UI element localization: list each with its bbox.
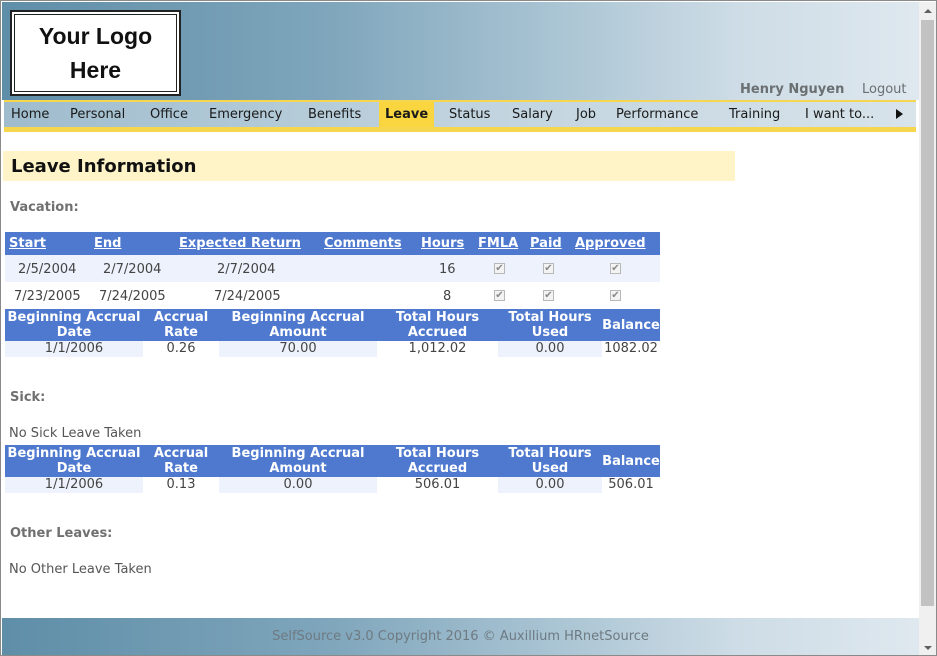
acc-total-used-value: 0.00 bbox=[498, 341, 602, 357]
nav-i-want-to[interactable]: I want to... bbox=[805, 102, 874, 127]
acc-col-rate: Accrual Rate bbox=[153, 446, 209, 476]
acc-col-total-accrued: Total Hours Accrued bbox=[395, 310, 480, 340]
acc-col-rate: Accrual Rate bbox=[153, 310, 209, 340]
acc-total-accrued-value: 506.01 bbox=[377, 477, 498, 493]
cell-start: 2/5/2004 bbox=[18, 262, 77, 277]
acc-col-total-accrued: Total Hours Accrued bbox=[395, 446, 480, 476]
acc-beginning-amount-value: 70.00 bbox=[219, 341, 377, 357]
col-expected-return[interactable]: Expected Return bbox=[179, 236, 301, 251]
acc-col-beginning-date: Beginning Accrual Date bbox=[7, 446, 141, 476]
footer: SelfSource v3.0 Copyright 2016 © Auxilli… bbox=[2, 618, 919, 655]
approved-checkbox: ✔ bbox=[610, 289, 621, 301]
nav-performance[interactable]: Performance bbox=[616, 102, 698, 127]
col-comments[interactable]: Comments bbox=[324, 236, 402, 251]
fmla-checkbox: ✔ bbox=[494, 289, 505, 301]
paid-checkbox: ✔ bbox=[543, 289, 554, 301]
col-hours[interactable]: Hours bbox=[421, 236, 464, 251]
scroll-down-icon[interactable] bbox=[919, 639, 936, 655]
nav-scroll-right-icon[interactable] bbox=[896, 109, 903, 119]
nav-status[interactable]: Status bbox=[449, 102, 490, 127]
acc-balance-value: 506.01 bbox=[602, 477, 660, 493]
sick-empty-message: No Sick Leave Taken bbox=[9, 426, 142, 441]
nav-personal[interactable]: Personal bbox=[70, 102, 125, 127]
nav-bar: Home Personal Office Emergency Benefits … bbox=[4, 102, 916, 127]
page-title: Leave Information bbox=[11, 156, 197, 177]
other-leaves-empty-message: No Other Leave Taken bbox=[9, 562, 152, 577]
acc-balance-value: 1082.02 bbox=[602, 341, 660, 357]
col-end[interactable]: End bbox=[94, 236, 121, 251]
paid-checkbox: ✔ bbox=[543, 262, 554, 274]
vacation-label: Vacation: bbox=[10, 200, 79, 215]
approved-checkbox: ✔ bbox=[610, 262, 621, 274]
cell-hours: 8 bbox=[443, 289, 452, 304]
vertical-scrollbar[interactable] bbox=[919, 2, 936, 655]
company-logo: Your Logo Here bbox=[10, 10, 181, 96]
app-window: Your Logo Here Henry Nguyen Logout Home … bbox=[0, 0, 937, 656]
acc-col-balance: Balance bbox=[602, 318, 660, 333]
nav-salary[interactable]: Salary bbox=[512, 102, 553, 127]
cell-end: 2/7/2004 bbox=[103, 262, 162, 277]
acc-col-total-used: Total Hours Used bbox=[508, 446, 592, 476]
nav-emergency[interactable]: Emergency bbox=[209, 102, 282, 127]
other-leaves-label: Other Leaves: bbox=[10, 526, 113, 541]
acc-beginning-amount-value: 0.00 bbox=[219, 477, 377, 493]
nav-training[interactable]: Training bbox=[729, 102, 780, 127]
table-row: 7/23/2005 7/24/2005 7/24/2005 8 ✔ ✔ ✔ bbox=[5, 282, 660, 309]
logo-line-2: Here bbox=[69, 57, 122, 83]
acc-col-beginning-date: Beginning Accrual Date bbox=[7, 310, 141, 340]
vacation-table-header: Start End Expected Return Comments Hours… bbox=[5, 232, 660, 255]
page-title-bar: Leave Information bbox=[3, 151, 735, 181]
copyright-text: SelfSource v3.0 Copyright 2016 © Auxilli… bbox=[272, 629, 649, 644]
sick-accrual-header: Beginning Accrual Date Accrual Rate Begi… bbox=[5, 445, 660, 477]
acc-beginning-date-value: 1/1/2006 bbox=[5, 477, 143, 493]
col-start[interactable]: Start bbox=[9, 236, 46, 251]
col-fmla[interactable]: FMLA bbox=[478, 236, 518, 251]
acc-rate-value: 0.26 bbox=[143, 341, 219, 357]
fmla-checkbox: ✔ bbox=[494, 262, 505, 274]
scrollbar-thumb[interactable] bbox=[921, 20, 934, 606]
col-paid[interactable]: Paid bbox=[530, 236, 562, 251]
scroll-up-icon[interactable] bbox=[919, 2, 936, 19]
acc-col-beginning-amount: Beginning Accrual Amount bbox=[231, 310, 365, 340]
nav-leave[interactable]: Leave bbox=[379, 102, 435, 127]
table-row: 2/5/2004 2/7/2004 2/7/2004 16 ✔ ✔ ✔ bbox=[5, 255, 660, 282]
logo-line-1: Your Logo bbox=[38, 23, 153, 49]
cell-expected-return: 2/7/2004 bbox=[217, 262, 276, 277]
nav-benefits[interactable]: Benefits bbox=[308, 102, 361, 127]
acc-rate-value: 0.13 bbox=[143, 477, 219, 493]
nav-home[interactable]: Home bbox=[11, 102, 49, 127]
vacation-accrual-header: Beginning Accrual Date Accrual Rate Begi… bbox=[5, 309, 660, 341]
header-banner: Your Logo Here Henry Nguyen Logout bbox=[2, 2, 919, 100]
nav-job[interactable]: Job bbox=[576, 102, 596, 127]
acc-total-used-value: 0.00 bbox=[498, 477, 602, 493]
acc-col-balance: Balance bbox=[602, 454, 660, 469]
nav-office[interactable]: Office bbox=[150, 102, 188, 127]
acc-col-total-used: Total Hours Used bbox=[508, 310, 592, 340]
user-name: Henry Nguyen bbox=[740, 82, 845, 97]
col-approved[interactable]: Approved bbox=[575, 236, 646, 251]
sick-label: Sick: bbox=[10, 390, 46, 405]
acc-total-accrued-value: 1,012.02 bbox=[377, 341, 498, 357]
acc-col-beginning-amount: Beginning Accrual Amount bbox=[231, 446, 365, 476]
cell-end: 7/24/2005 bbox=[99, 289, 166, 304]
logout-link[interactable]: Logout bbox=[862, 82, 907, 97]
main-nav: Home Personal Office Emergency Benefits … bbox=[4, 100, 916, 132]
cell-expected-return: 7/24/2005 bbox=[214, 289, 281, 304]
acc-beginning-date-value: 1/1/2006 bbox=[5, 341, 143, 357]
cell-hours: 16 bbox=[439, 262, 456, 277]
cell-start: 7/23/2005 bbox=[14, 289, 81, 304]
